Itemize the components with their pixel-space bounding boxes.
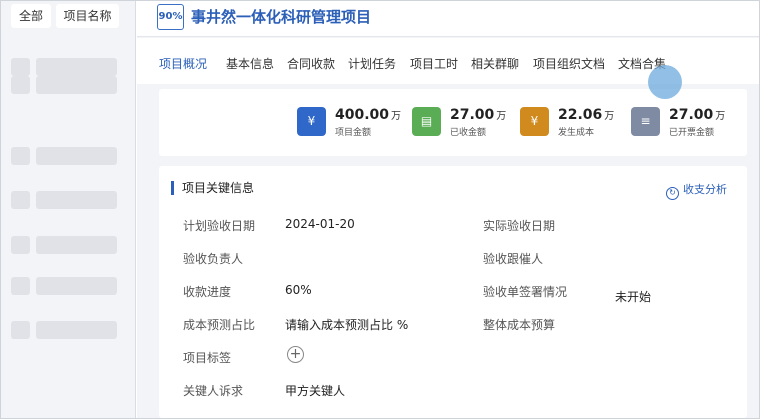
field-label-collection-progress: 收款进度	[183, 285, 232, 299]
sidebar-placeholder-row[interactable]	[11, 236, 117, 254]
tab-org-docs[interactable]: 项目组织文档	[533, 55, 605, 72]
field-label-planned-acceptance-date: 计划验收日期	[183, 219, 256, 233]
key-info-card: 项目关键信息 ↻ 收支分析 计划验收日期 2024-01-20 实际验收日期 验收…	[159, 166, 747, 418]
sidebar-placeholder-row[interactable]	[11, 147, 117, 165]
stat-number: 22.06	[558, 107, 603, 123]
stat-unit: 万	[391, 111, 402, 122]
placeholder-text	[36, 191, 117, 209]
invoice-icon: ≡	[631, 107, 660, 136]
add-tag-button[interactable]: +	[287, 346, 304, 363]
field-label-total-cost-budget: 整体成本预算	[483, 318, 556, 332]
stat-unit: 万	[715, 111, 726, 122]
sidebar-tab-project-name[interactable]: 项目名称	[56, 4, 119, 28]
tab-project-hours[interactable]: 项目工时	[410, 55, 458, 72]
field-label-project-tags: 项目标签	[183, 351, 232, 365]
tab-basic-info[interactable]: 基本信息	[226, 55, 274, 72]
stat-number: 400.00	[335, 107, 390, 123]
stat-value: 27.00 万	[669, 107, 725, 123]
placeholder-text	[36, 236, 117, 254]
stat-label: 发生成本	[558, 128, 595, 138]
stat-unit: 万	[496, 111, 507, 122]
progress-badge: 90%	[157, 4, 184, 30]
cost-forecast-ratio-input[interactable]: 请输入成本预测占比 %	[285, 316, 408, 333]
sidebar-placeholder-row[interactable]	[11, 58, 117, 76]
placeholder-icon	[11, 236, 30, 254]
project-header: 90% 事井然一体化科研管理项目	[137, 1, 759, 37]
tab-overview[interactable]: 项目概况	[159, 55, 207, 72]
stat-number: 27.00	[450, 107, 495, 123]
sidebar-tab-all[interactable]: 全部	[11, 4, 51, 28]
placeholder-icon	[11, 147, 30, 165]
tab-related-chats[interactable]: 相关群聊	[471, 55, 519, 72]
field-label-cost-forecast-ratio: 成本预测占比	[183, 318, 256, 332]
field-value-acceptance-sign-status[interactable]: 未开始	[615, 288, 651, 305]
pointer-indicator	[648, 65, 682, 99]
project-sidebar: 全部 项目名称	[1, 1, 136, 418]
stat-value: 400.00 万	[335, 107, 401, 123]
tab-plan-tasks[interactable]: 计划任务	[348, 55, 396, 72]
revenue-expense-analysis-link[interactable]: ↻ 收支分析	[666, 181, 727, 200]
placeholder-icon	[11, 277, 30, 295]
field-label-acceptance-sign-status: 验收单签署情况	[483, 285, 568, 299]
field-label-actual-acceptance-date: 实际验收日期	[483, 219, 556, 233]
sidebar-placeholder-row[interactable]	[11, 321, 117, 339]
placeholder-icon	[11, 191, 30, 209]
stat-value: 27.00 万	[450, 107, 506, 123]
placeholder-text	[36, 321, 117, 339]
placeholder-icon	[11, 321, 30, 339]
sidebar-placeholder-row[interactable]	[11, 277, 117, 295]
wallet-icon: ▤	[412, 107, 441, 136]
page-title: 事井然一体化科研管理项目	[191, 8, 372, 26]
stats-card: ¥ 400.00 万 项目金额 ▤ 27.00 万 已收金额 ¥ 22.06 万 发生…	[159, 89, 747, 156]
project-detail-panel: 90% 事井然一体化科研管理项目 项目概况 基本信息 合同收款 计划任务 项目工…	[137, 1, 759, 418]
stat-unit: 万	[604, 111, 615, 122]
placeholder-text	[36, 76, 117, 94]
sidebar-placeholder-row[interactable]	[11, 191, 117, 209]
refresh-icon: ↻	[666, 187, 679, 200]
yen-receipt-icon: ¥	[520, 107, 549, 136]
section-title: 项目关键信息	[171, 181, 254, 195]
placeholder-text	[36, 147, 117, 165]
yen-document-icon: ¥	[297, 107, 326, 136]
field-value-collection-progress[interactable]: 60%	[285, 283, 312, 297]
field-value-planned-acceptance-date[interactable]: 2024-01-20	[285, 217, 355, 231]
stat-label: 已开票金额	[669, 128, 715, 138]
placeholder-icon	[11, 58, 30, 76]
stat-label: 项目金额	[335, 128, 372, 138]
stat-label: 已收金额	[450, 128, 487, 138]
sidebar-placeholder-row[interactable]	[11, 76, 117, 94]
placeholder-text	[36, 58, 117, 76]
analysis-link-label: 收支分析	[683, 183, 727, 196]
field-label-acceptance-owner: 验收负责人	[183, 252, 244, 266]
stat-number: 27.00	[669, 107, 714, 123]
field-label-acceptance-follower: 验收跟催人	[483, 252, 544, 266]
field-label-key-person-demand: 关键人诉求	[183, 384, 244, 398]
placeholder-text	[36, 277, 117, 295]
field-value-key-person-demand[interactable]: 甲方关键人	[285, 382, 345, 399]
stat-value: 22.06 万	[558, 107, 614, 123]
placeholder-icon	[11, 76, 30, 94]
tab-contract-collection[interactable]: 合同收款	[287, 55, 335, 72]
